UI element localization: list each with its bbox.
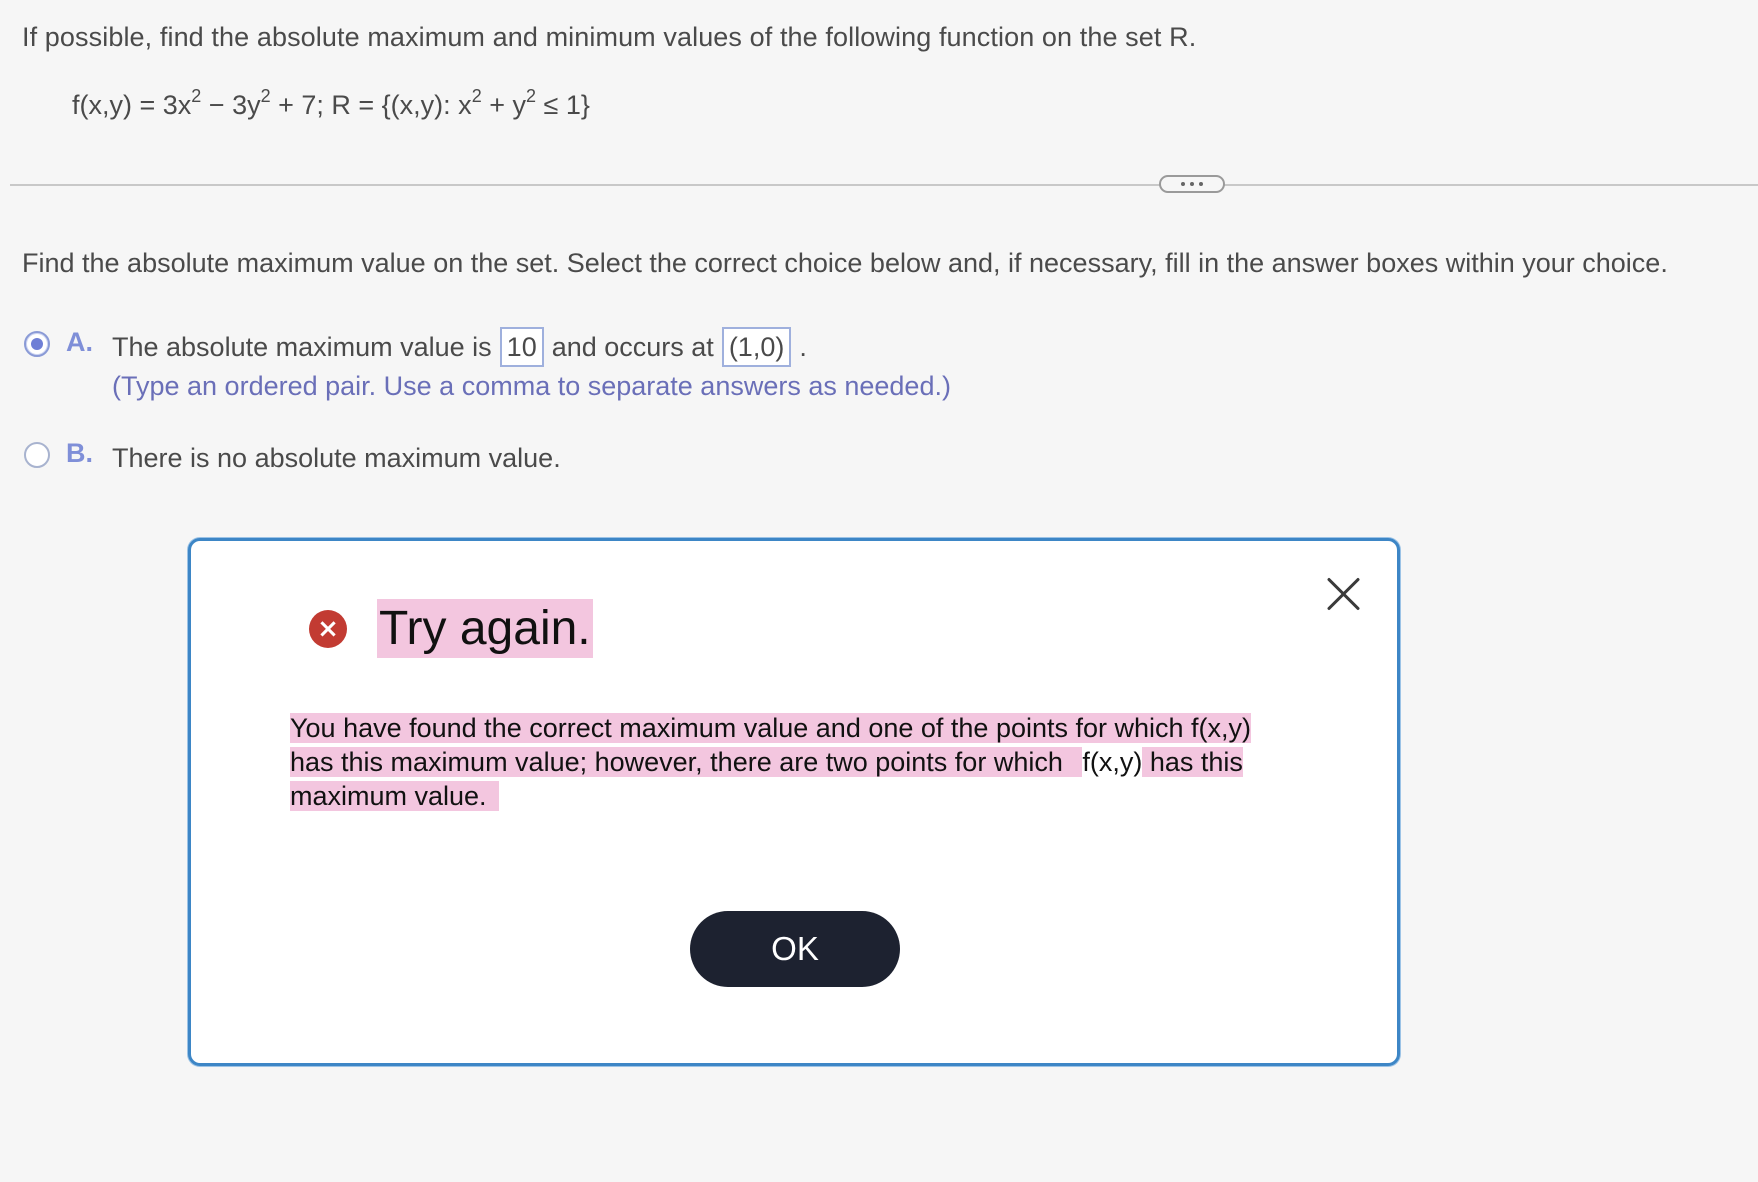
ellipsis-dot-icon xyxy=(1190,182,1194,186)
choice-b-statement: There is no absolute maximum value. xyxy=(112,442,561,473)
dialog-message-function: f(x,y) xyxy=(1082,747,1143,777)
choice-b-radio[interactable] xyxy=(24,442,50,468)
formula-part: ≤ 1} xyxy=(536,90,590,120)
feedback-dialog: × Try again. You have found the correct … xyxy=(188,538,1400,1066)
ellipsis-dot-icon xyxy=(1199,182,1203,186)
dialog-title: Try again. xyxy=(377,599,593,658)
formula-part: + y xyxy=(481,90,526,120)
choice-b[interactable]: B. There is no absolute maximum value. xyxy=(24,438,561,478)
ok-button[interactable]: OK xyxy=(690,911,900,987)
formula-exponent: 2 xyxy=(260,86,271,106)
choice-a-radio[interactable] xyxy=(24,331,50,357)
choice-a-text-before: The absolute maximum value is xyxy=(112,331,492,362)
part-instruction: Find the absolute maximum value on the s… xyxy=(22,248,1668,278)
dialog-header: × Try again. xyxy=(309,599,593,658)
choice-a-text-middle: and occurs at xyxy=(551,331,714,362)
formula-part: f(x,y) = 3x xyxy=(72,90,192,120)
choice-b-letter: B. xyxy=(66,438,93,468)
formula-exponent: 2 xyxy=(471,86,482,106)
question-prompt: If possible, find the absolute maximum a… xyxy=(22,22,1197,52)
formula-exponent: 2 xyxy=(191,86,202,106)
max-value-answer-box[interactable]: 10 xyxy=(499,327,544,367)
formula-part: + 7; R = {(x,y): x xyxy=(270,90,472,120)
choice-a-text-after: . xyxy=(799,331,807,362)
choice-a[interactable]: A. The absolute maximum value is 10 and … xyxy=(24,327,951,402)
formula-part: − 3y xyxy=(201,90,261,120)
choice-a-statement: The absolute maximum value is 10 and occ… xyxy=(112,327,951,367)
choice-b-body: There is no absolute maximum value. xyxy=(112,438,561,478)
choice-a-body: The absolute maximum value is 10 and occ… xyxy=(112,327,951,402)
formula-exponent: 2 xyxy=(525,86,536,106)
function-formula: f(x,y) = 3x2 − 3y2 + 7; R = {(x,y): x2 +… xyxy=(72,86,590,121)
dialog-message: You have found the correct maximum value… xyxy=(290,711,1290,813)
choice-a-letter: A. xyxy=(66,327,93,357)
close-icon[interactable] xyxy=(1325,575,1363,613)
error-icon: × xyxy=(309,609,347,648)
question-page: If possible, find the absolute maximum a… xyxy=(0,0,1758,1182)
section-divider xyxy=(10,184,1758,186)
point-answer-box[interactable]: (1,0) xyxy=(721,327,792,367)
ellipsis-dot-icon xyxy=(1181,182,1185,186)
expand-more-button[interactable] xyxy=(1159,175,1225,193)
choice-a-hint: (Type an ordered pair. Use a comma to se… xyxy=(112,371,951,401)
